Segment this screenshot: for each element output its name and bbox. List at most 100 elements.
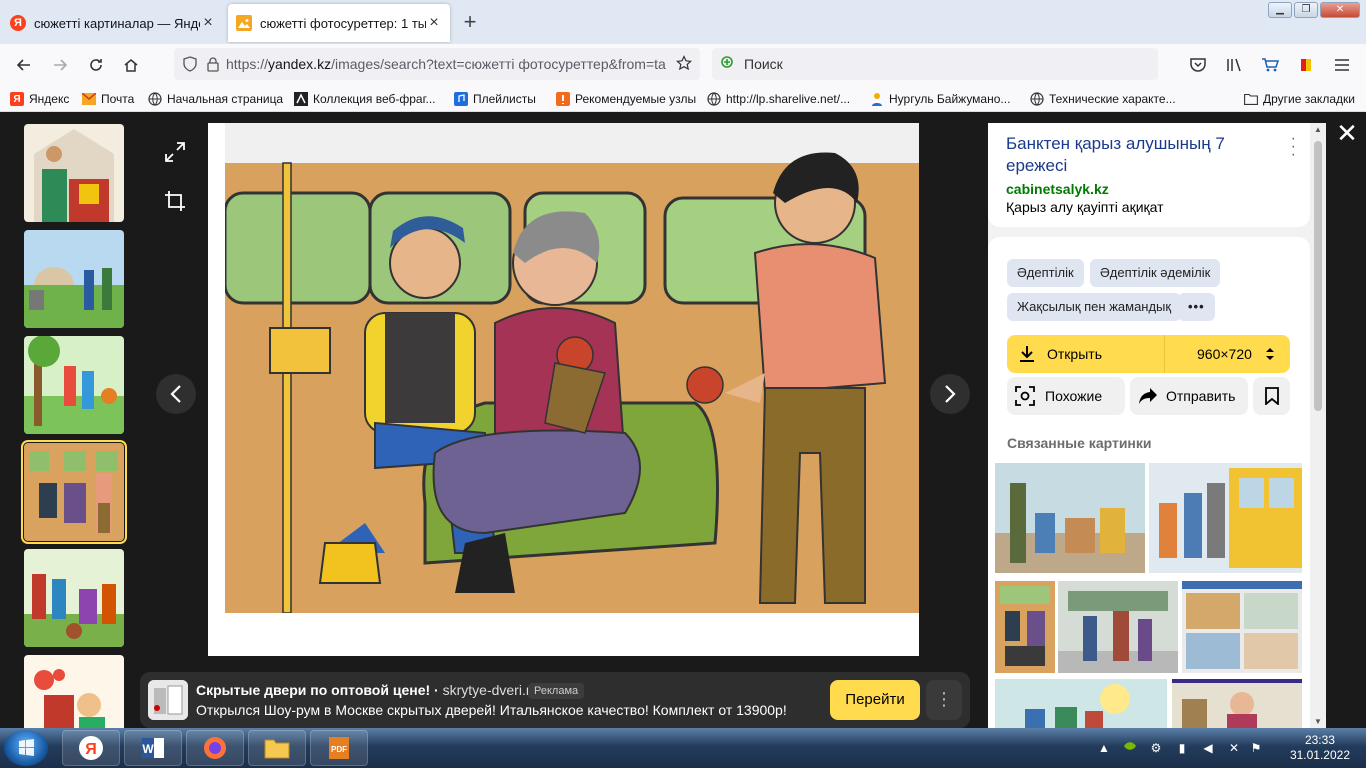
close-viewer-icon[interactable]: ✕ bbox=[1330, 116, 1364, 150]
tag-chip[interactable]: Әдептілік bbox=[1007, 259, 1084, 287]
bookmark-person[interactable]: Нургуль Байжумано... bbox=[870, 90, 1010, 108]
panel-scrollbar[interactable]: ▲ ▼ bbox=[1310, 123, 1326, 728]
yandex-icon: Я bbox=[10, 15, 26, 31]
start-button[interactable] bbox=[4, 730, 48, 766]
pocket-icon[interactable] bbox=[1186, 53, 1210, 77]
show-hidden-icons[interactable]: ▲ bbox=[1096, 740, 1112, 756]
source-domain[interactable]: cabinetsalyk.kz bbox=[1006, 181, 1292, 197]
yandex-icon: Я bbox=[10, 92, 24, 106]
maximize-button[interactable]: ❐ bbox=[1294, 2, 1318, 18]
clock[interactable]: 23:33 31.01.2022 bbox=[1290, 733, 1350, 763]
main-image[interactable] bbox=[208, 123, 919, 656]
thumbnail-item[interactable] bbox=[24, 336, 124, 434]
next-image-button[interactable] bbox=[930, 374, 970, 414]
tag-chip[interactable]: Жақсылық пен жамандық bbox=[1007, 293, 1182, 321]
menu-icon[interactable] bbox=[1330, 53, 1354, 77]
thumbnail-item[interactable] bbox=[24, 549, 124, 647]
ad-logo bbox=[148, 680, 188, 720]
related-image[interactable] bbox=[1058, 581, 1178, 673]
volume-icon[interactable]: ◀ bbox=[1200, 740, 1216, 756]
forward-button[interactable] bbox=[48, 53, 72, 77]
crop-icon[interactable] bbox=[155, 181, 195, 221]
battery-icon[interactable]: ▮ bbox=[1174, 740, 1190, 756]
bookmark-button[interactable] bbox=[1253, 377, 1290, 415]
actions-card: Әдептілік Әдептілік әдемілік Жақсылық пе… bbox=[988, 237, 1310, 728]
scroll-thumb[interactable] bbox=[1314, 141, 1322, 411]
ad-more-icon[interactable]: ⋮ bbox=[926, 680, 962, 720]
bookmark-mail[interactable]: Почта bbox=[82, 90, 134, 108]
ad-banner[interactable]: Скрытые двери по оптовой цене! · skrytye… bbox=[140, 672, 970, 728]
scroll-down-icon[interactable]: ▼ bbox=[1310, 717, 1326, 726]
related-image[interactable] bbox=[995, 463, 1145, 573]
tab-yandex-search[interactable]: Я сюжетті картиналар — Яндекс × bbox=[2, 4, 224, 42]
reload-button[interactable] bbox=[84, 53, 108, 77]
other-bookmarks[interactable]: Другие закладки bbox=[1244, 90, 1355, 108]
search-engine-icon[interactable] bbox=[720, 55, 736, 74]
bookmark-yandex[interactable]: Я Яндекс bbox=[10, 90, 69, 108]
ad-go-button[interactable]: Перейти bbox=[830, 680, 920, 720]
extension-flag-icon[interactable] bbox=[1294, 53, 1318, 77]
svg-text:PDF: PDF bbox=[331, 745, 347, 754]
windows-taskbar: Я W PDF ▲ ⚙ ▮ ◀ ✕ ⚑ 23:33 31.01.2022 bbox=[0, 728, 1366, 768]
tag-chip[interactable]: Әдептілік әдемілік bbox=[1090, 259, 1221, 287]
taskbar-word[interactable]: W bbox=[124, 730, 182, 766]
close-tab-icon[interactable]: × bbox=[200, 15, 216, 31]
related-image[interactable] bbox=[1172, 679, 1302, 728]
action-center-icon[interactable]: ⚑ bbox=[1248, 740, 1264, 756]
lock-icon[interactable] bbox=[206, 56, 220, 75]
nvidia-icon[interactable] bbox=[1122, 740, 1138, 756]
similar-button[interactable]: Похожие bbox=[1007, 377, 1125, 415]
url-text[interactable]: https://yandex.kz/images/search?text=сюж… bbox=[226, 56, 692, 72]
more-tags-button[interactable]: ••• bbox=[1178, 293, 1215, 321]
taskbar-pdf[interactable]: PDF bbox=[310, 730, 368, 766]
open-image-button[interactable]: Открыть 960×720 bbox=[1007, 335, 1290, 373]
tracking-protection-icon[interactable] bbox=[182, 56, 198, 75]
bookmark-web-slices[interactable]: Коллекция веб-фраг... bbox=[294, 90, 436, 108]
previous-image-button[interactable] bbox=[156, 374, 196, 414]
image-info-panel: Банктен қарыз алушының 7 ережесі cabinet… bbox=[988, 123, 1326, 728]
svg-text:Я: Я bbox=[85, 741, 97, 758]
search-bar[interactable]: Поиск bbox=[712, 48, 1158, 80]
related-image[interactable] bbox=[995, 679, 1167, 728]
share-button[interactable]: Отправить bbox=[1130, 377, 1248, 415]
image-viewer: Скрытые двери по оптовой цене! · skrytye… bbox=[0, 112, 1366, 728]
size-select[interactable]: 960×720 bbox=[1197, 335, 1252, 373]
related-image[interactable] bbox=[1182, 581, 1302, 673]
cart-icon[interactable] bbox=[1258, 53, 1282, 77]
globe-icon bbox=[707, 92, 721, 106]
close-tab-icon[interactable]: × bbox=[426, 15, 442, 31]
thumbnail-item[interactable] bbox=[24, 230, 124, 328]
bookmark-home-page[interactable]: Начальная страница bbox=[148, 90, 283, 108]
source-card: Банктен қарыз алушының 7 ережесі cabinet… bbox=[988, 123, 1310, 227]
bookmark-recommended[interactable]: Рекомендуемые узлы bbox=[556, 90, 696, 108]
updown-chevron-icon[interactable] bbox=[1265, 347, 1275, 364]
taskbar-yandex-browser[interactable]: Я bbox=[62, 730, 120, 766]
thumbnail-item[interactable] bbox=[24, 655, 124, 728]
home-button[interactable] bbox=[119, 53, 143, 77]
bookmark-playlists[interactable]: Плейлисты bbox=[454, 90, 536, 108]
related-image[interactable] bbox=[1149, 463, 1302, 573]
keyboard-icon[interactable]: ⚙ bbox=[1148, 740, 1164, 756]
close-window-button[interactable]: ✕ bbox=[1320, 2, 1360, 18]
back-button[interactable] bbox=[12, 53, 36, 77]
more-options-icon[interactable]: · · · bbox=[1291, 131, 1296, 163]
taskbar-explorer[interactable] bbox=[248, 730, 306, 766]
bookmark-tech-specs[interactable]: Технические характе... bbox=[1030, 90, 1176, 108]
bookmark-sharelive[interactable]: http://lp.sharelive.net/... bbox=[707, 90, 850, 108]
minimize-button[interactable]: ▁ bbox=[1268, 2, 1292, 18]
network-icon[interactable]: ✕ bbox=[1226, 740, 1242, 756]
scroll-up-icon[interactable]: ▲ bbox=[1310, 125, 1326, 134]
tab-images[interactable]: сюжетті фотосуреттер: 1 тыс и × bbox=[228, 4, 450, 42]
bookmark-star-icon[interactable] bbox=[676, 55, 692, 74]
library-icon[interactable] bbox=[1222, 53, 1246, 77]
source-title[interactable]: Банктен қарыз алушының 7 ережесі bbox=[1006, 133, 1266, 177]
taskbar-firefox[interactable] bbox=[186, 730, 244, 766]
thumbnail-item-selected[interactable] bbox=[21, 440, 127, 544]
related-image[interactable] bbox=[995, 581, 1055, 673]
new-tab-button[interactable]: + bbox=[458, 10, 482, 34]
tab-title: сюжетті картиналар — Яндекс bbox=[34, 15, 200, 31]
ad-title[interactable]: Скрытые двери по оптовой цене! · skrytye… bbox=[196, 682, 538, 698]
thumbnail-item[interactable] bbox=[24, 124, 124, 222]
address-bar[interactable]: https://yandex.kz/images/search?text=сюж… bbox=[174, 48, 700, 80]
fullscreen-icon[interactable] bbox=[155, 132, 195, 172]
